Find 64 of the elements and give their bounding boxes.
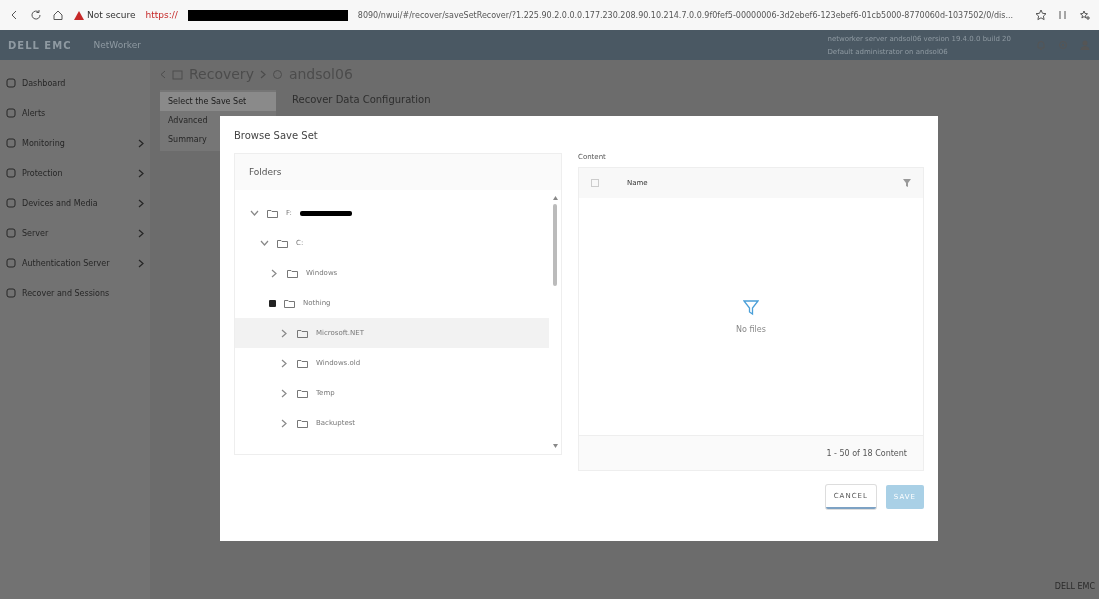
chevron-right-icon: [281, 388, 287, 398]
section-title: Recover Data Configuration: [292, 93, 431, 105]
menu-item-icon: [6, 78, 16, 88]
menu-item-icon: [6, 138, 16, 148]
star-icon[interactable]: [1035, 9, 1047, 21]
sidebar-item[interactable]: Recover and Sessions: [0, 278, 150, 308]
redaction-bar: [299, 210, 352, 216]
client-icon: [271, 68, 283, 80]
sidebar-item[interactable]: Alerts: [0, 98, 150, 128]
chevron-right-icon: [138, 198, 144, 208]
brand-logo: DELL EMC: [8, 39, 72, 51]
address-bar[interactable]: 8090/nwui/#/recover/saveSetRecover/?1.225.90.2.0.0.0.177.230.208.90.10.214.7.0.0.9f0fef5-00000006-3d2ebef6-123ebef6-01cb5000-8770060d-1037502/0/dis...: [357, 10, 1025, 20]
sidebar-item[interactable]: Authentication Server: [0, 248, 150, 278]
menu-item-icon: [6, 168, 16, 178]
menu-item-icon: [6, 258, 16, 268]
sidebar-item[interactable]: Dashboard: [0, 68, 150, 98]
menu-item-icon: [6, 288, 16, 298]
folder-icon: [277, 238, 288, 248]
sidebar-item[interactable]: Devices and Media: [0, 188, 150, 218]
security-label[interactable]: Not secure: [87, 10, 136, 20]
pagination-text: 1 - 50 of 18 Content: [826, 448, 907, 458]
chevron-right-icon: [138, 228, 144, 238]
reload-icon[interactable]: [30, 9, 42, 21]
sidebar-item[interactable]: Monitoring: [0, 128, 150, 158]
sidebar-item[interactable]: Server: [0, 218, 150, 248]
checked-box-icon: [269, 299, 276, 307]
recovery-icon: [172, 68, 183, 80]
wizard-step[interactable]: Select the Save Set: [160, 92, 276, 111]
split-view-icon[interactable]: [1057, 9, 1069, 21]
url-scheme: https://: [145, 10, 178, 20]
product-name: NetWorker: [93, 40, 142, 50]
dialog-title: Browse Save Set: [234, 130, 319, 141]
chevron-right-icon: [281, 328, 287, 338]
chevron-right-icon: [281, 418, 287, 428]
folder-icon: [284, 298, 295, 308]
chevron-right-icon: [138, 168, 144, 178]
folder-icon: [267, 208, 278, 218]
chevron-right-icon: [271, 268, 277, 278]
folder-icon: [297, 388, 308, 398]
scroll-up-icon[interactable]: [552, 196, 558, 200]
chevron-right-icon: [138, 258, 144, 268]
folder-icon: [297, 418, 308, 428]
filter-icon: [743, 299, 759, 317]
chevron-down-icon: [249, 210, 259, 216]
warning-icon: [74, 10, 84, 20]
empty-message: No files: [736, 325, 766, 334]
favorites-icon[interactable]: [1079, 9, 1091, 21]
filter-icon[interactable]: [903, 179, 911, 187]
back-chevron-icon[interactable]: [160, 69, 166, 79]
menu-item-icon: [6, 108, 16, 118]
folder-icon: [297, 358, 308, 368]
sidebar-item[interactable]: Protection: [0, 158, 150, 188]
chevron-right-icon: [138, 138, 144, 148]
menu-item-icon: [6, 198, 16, 208]
select-all-checkbox[interactable]: [591, 179, 599, 187]
panel-title: Folders: [248, 166, 283, 179]
home-icon[interactable]: [52, 9, 64, 21]
chevron-right-icon: [259, 69, 266, 79]
folder-icon: [287, 268, 298, 278]
menu-item-icon: [6, 228, 16, 238]
scroll-down-icon[interactable]: [552, 444, 558, 448]
chevron-right-icon: [281, 358, 287, 368]
folder-icon: [297, 328, 308, 338]
chevron-down-icon: [259, 240, 269, 246]
